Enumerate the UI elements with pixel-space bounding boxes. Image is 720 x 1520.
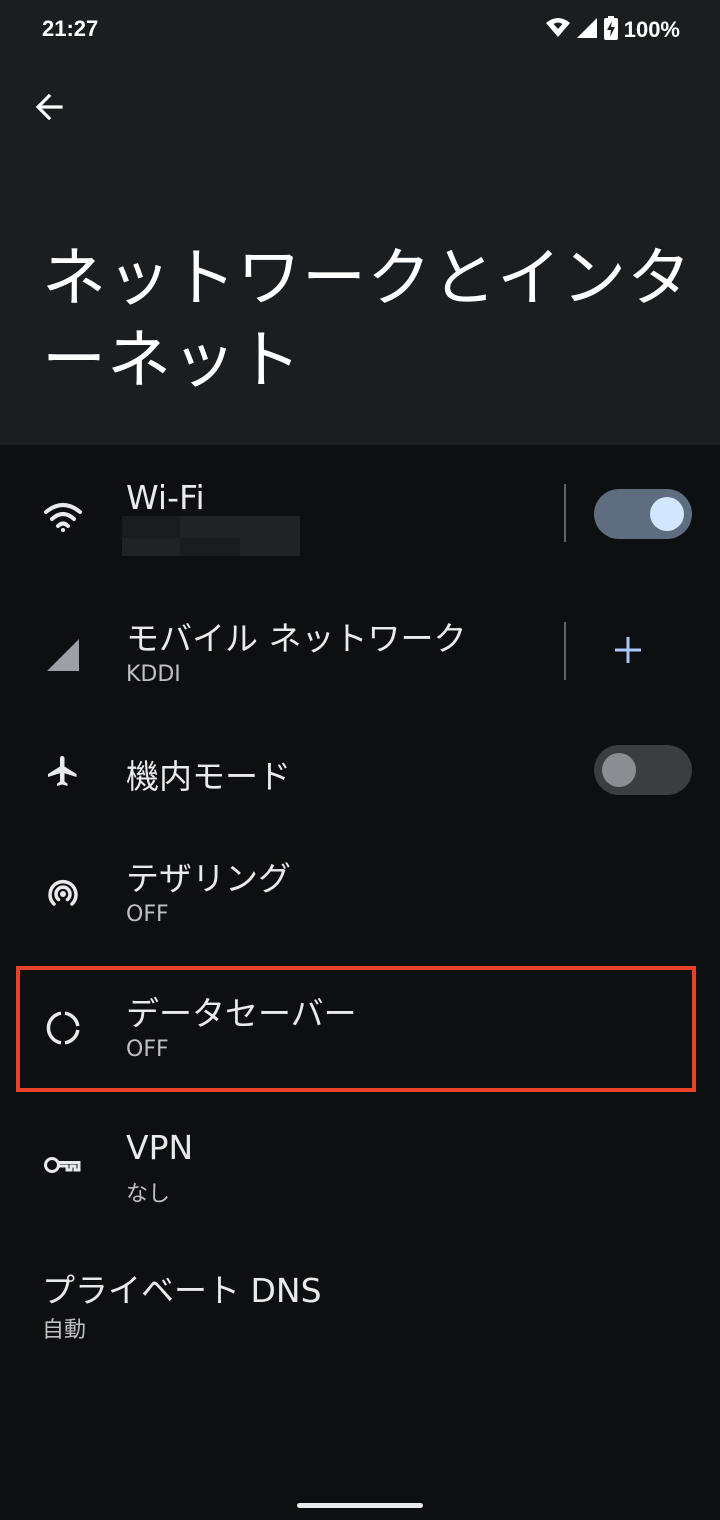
redaction-block — [122, 516, 180, 538]
tethering-title: テザリング — [126, 859, 291, 898]
data-saver-title: データセーバー — [126, 994, 357, 1033]
add-icon — [613, 635, 643, 669]
data-saver-row[interactable]: データセーバー OFF — [0, 975, 720, 1085]
mobile-network-subtitle: KDDI — [126, 662, 181, 687]
wifi-status-icon — [545, 17, 570, 43]
battery-charging-icon — [603, 16, 618, 44]
tethering-row[interactable]: テザリング OFF — [0, 840, 720, 950]
battery-percent: 100% — [623, 17, 680, 42]
airplane-mode-title: 機内モード — [126, 757, 291, 796]
mobile-network-divider — [564, 622, 566, 680]
wifi-divider — [564, 484, 566, 542]
add-sim-button[interactable] — [598, 622, 658, 682]
wifi-title: Wi-Fi — [126, 478, 205, 517]
vpn-row[interactable]: VPN なし — [0, 1112, 720, 1222]
vpn-title: VPN — [126, 1128, 194, 1167]
hotspot-icon — [40, 870, 86, 916]
airplane-icon — [40, 748, 86, 794]
data-saver-subtitle: OFF — [126, 1037, 169, 1062]
private-dns-subtitle: 自動 — [42, 1318, 87, 1343]
status-time: 21:27 — [42, 16, 99, 41]
wifi-toggle[interactable] — [594, 489, 692, 539]
toggle-thumb — [602, 753, 636, 787]
mobile-network-title: モバイル ネットワーク — [126, 619, 467, 658]
airplane-mode-toggle[interactable] — [594, 745, 692, 795]
cell-signal-icon — [40, 632, 86, 678]
status-icons: 100% — [545, 16, 680, 44]
key-icon — [40, 1142, 86, 1188]
app-bar: 21:27 100% ネットワークとインターネット — [0, 0, 720, 445]
arrow-back-icon — [34, 92, 64, 126]
data-saver-icon — [40, 1005, 86, 1051]
redaction-block — [180, 538, 240, 556]
back-button[interactable] — [22, 82, 76, 136]
page-title: ネットワークとインターネット — [42, 242, 692, 398]
private-dns-row[interactable]: プライベート DNS 自動 — [0, 1248, 720, 1358]
private-dns-title: プライベート DNS — [42, 1271, 322, 1310]
gesture-nav-handle[interactable] — [297, 1503, 423, 1508]
cell-signal-status-icon — [576, 17, 598, 43]
vpn-subtitle: なし — [126, 1182, 171, 1207]
toggle-thumb — [650, 497, 684, 531]
wifi-icon — [40, 494, 86, 540]
wifi-network-name-redacted — [122, 516, 300, 556]
tethering-subtitle: OFF — [126, 902, 169, 927]
status-bar: 21:27 100% — [0, 0, 720, 60]
